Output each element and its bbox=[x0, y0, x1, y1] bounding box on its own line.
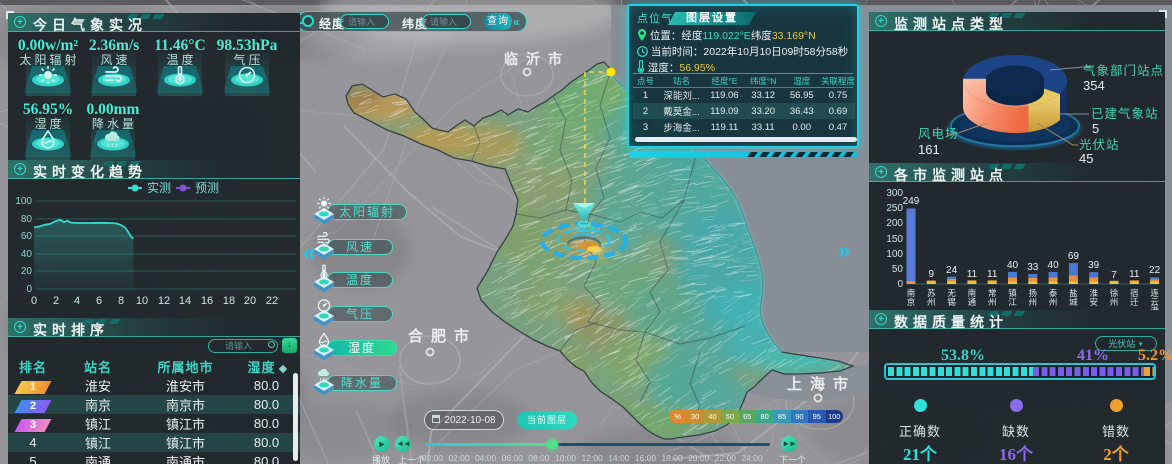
svg-text:11: 11 bbox=[967, 269, 978, 280]
svg-text:淮安: 淮安 bbox=[1089, 288, 1098, 307]
svg-text:24: 24 bbox=[946, 265, 958, 276]
svg-text:上海市: 上海市 bbox=[787, 375, 856, 393]
svg-text:249: 249 bbox=[903, 196, 920, 207]
svg-text:徐州: 徐州 bbox=[1110, 288, 1119, 307]
svg-text:20: 20 bbox=[244, 295, 256, 307]
svg-text:5: 5 bbox=[1092, 121, 1099, 136]
svg-text:20: 20 bbox=[21, 266, 33, 277]
svg-text:39: 39 bbox=[1088, 260, 1100, 271]
svg-text:临沂市: 临沂市 bbox=[504, 51, 570, 67]
svg-text:0: 0 bbox=[31, 295, 37, 307]
svg-text:11: 11 bbox=[1129, 269, 1140, 280]
svg-text:80: 80 bbox=[21, 214, 33, 225]
svg-text:40: 40 bbox=[1007, 260, 1019, 271]
svg-text:0: 0 bbox=[897, 279, 903, 290]
svg-text:69: 69 bbox=[1068, 251, 1080, 262]
svg-text:16: 16 bbox=[201, 295, 213, 307]
svg-text:45: 45 bbox=[1079, 151, 1093, 163]
svg-text:300: 300 bbox=[886, 188, 903, 199]
svg-text:50: 50 bbox=[892, 264, 904, 275]
svg-text:光伏站: 光伏站 bbox=[1079, 138, 1120, 152]
svg-text:镇江: 镇江 bbox=[1008, 288, 1017, 307]
svg-text:南京: 南京 bbox=[907, 288, 916, 307]
svg-text:10: 10 bbox=[136, 295, 148, 307]
svg-text:11: 11 bbox=[987, 269, 998, 280]
svg-text:2: 2 bbox=[53, 295, 59, 307]
svg-text:33: 33 bbox=[1027, 262, 1039, 273]
svg-text:盐城: 盐城 bbox=[1069, 288, 1078, 307]
svg-text:60: 60 bbox=[21, 231, 33, 242]
svg-text:南通: 南通 bbox=[968, 288, 977, 307]
svg-text:合肥市: 合肥市 bbox=[407, 327, 477, 345]
svg-text:354: 354 bbox=[1083, 78, 1105, 93]
svg-text:40: 40 bbox=[21, 249, 33, 260]
svg-text:18: 18 bbox=[223, 295, 235, 307]
svg-text:200: 200 bbox=[886, 218, 903, 229]
svg-text:14: 14 bbox=[179, 295, 191, 307]
svg-text:风电场: 风电场 bbox=[918, 127, 959, 141]
svg-text:实测: 实测 bbox=[147, 180, 171, 195]
svg-text:连云港: 连云港 bbox=[1150, 288, 1159, 310]
svg-text:150: 150 bbox=[886, 234, 903, 245]
svg-text:宿迁: 宿迁 bbox=[1130, 288, 1139, 307]
svg-text:预测: 预测 bbox=[195, 181, 219, 195]
svg-text:40: 40 bbox=[1048, 260, 1060, 271]
svg-text:8: 8 bbox=[118, 295, 124, 307]
svg-text:常州: 常州 bbox=[988, 288, 997, 307]
svg-text:泰州: 泰州 bbox=[1049, 288, 1058, 307]
svg-text:100: 100 bbox=[15, 196, 32, 207]
svg-text:无锡: 无锡 bbox=[947, 288, 956, 307]
svg-text:250: 250 bbox=[886, 203, 903, 214]
svg-text:0: 0 bbox=[26, 284, 32, 295]
svg-text:扬州: 扬州 bbox=[1029, 288, 1038, 307]
svg-text:22: 22 bbox=[266, 295, 278, 307]
svg-text:4: 4 bbox=[74, 295, 80, 307]
svg-text:7: 7 bbox=[1111, 270, 1117, 281]
svg-text:161: 161 bbox=[918, 142, 940, 157]
svg-text:100: 100 bbox=[886, 249, 903, 260]
svg-text:已建气象站: 已建气象站 bbox=[1091, 106, 1159, 121]
svg-text:12: 12 bbox=[158, 295, 170, 307]
svg-text:气象部门站点: 气象部门站点 bbox=[1083, 63, 1164, 78]
svg-text:6: 6 bbox=[96, 295, 102, 307]
svg-text:22: 22 bbox=[1149, 265, 1161, 276]
svg-text:苏州: 苏州 bbox=[927, 288, 936, 307]
svg-text:9: 9 bbox=[929, 269, 935, 280]
